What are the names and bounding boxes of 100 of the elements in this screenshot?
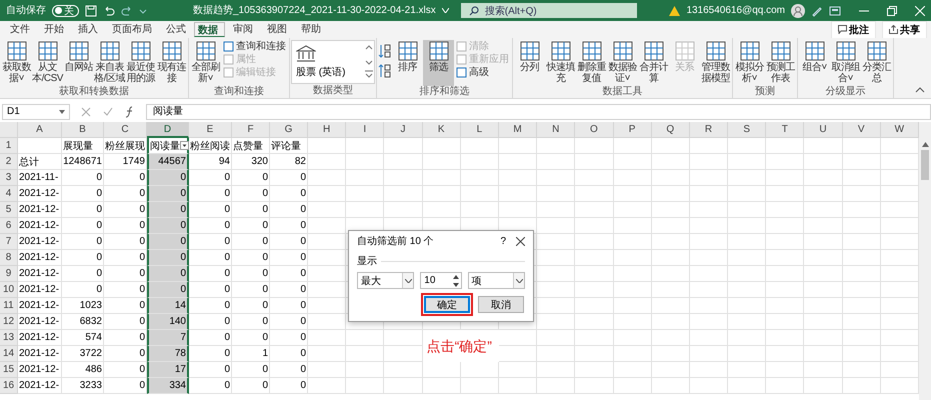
column-header[interactable]: D [147, 122, 189, 138]
row-header[interactable]: 13 [0, 330, 18, 346]
gallery-item[interactable]: 股票 (英语) [292, 41, 364, 83]
avatar-icon[interactable] [791, 4, 805, 18]
menu-tab[interactable]: 插入 [72, 20, 104, 38]
collapse-ribbon-icon[interactable] [915, 86, 925, 94]
ribbon-display-icon[interactable] [829, 6, 841, 16]
menu-tab[interactable]: 数据 [194, 22, 225, 37]
order-dropdown[interactable]: 最大 [357, 272, 414, 289]
row-header[interactable]: 14 [0, 346, 18, 362]
ribbon-button[interactable]: 全部刷新˅ [190, 40, 221, 86]
column-header[interactable]: B [62, 122, 104, 138]
ribbon-button[interactable]: 筛选 [423, 40, 454, 86]
menu-tab[interactable]: 页面布局 [106, 20, 158, 38]
menu-tab[interactable]: 文件 [4, 20, 36, 38]
menu-tab[interactable]: 开始 [38, 20, 70, 38]
ribbon-button[interactable]: 自网站 [63, 40, 94, 86]
column-header[interactable]: W [880, 122, 919, 138]
scroll-up-icon[interactable] [922, 142, 928, 147]
row-header[interactable]: 5 [0, 202, 18, 218]
redo-icon[interactable] [121, 4, 133, 16]
column-header[interactable]: E [189, 122, 232, 138]
cancel-button[interactable]: 取消 [478, 296, 524, 313]
row-header[interactable]: 2 [0, 154, 18, 170]
column-header[interactable]: J [384, 122, 423, 138]
row-header[interactable]: 8 [0, 250, 18, 266]
row-header[interactable]: 16 [0, 378, 18, 394]
ribbon-button[interactable]: 预测工作表 [765, 40, 796, 86]
column-header[interactable]: C [104, 122, 147, 138]
sort-descending-icon[interactable] [378, 63, 392, 79]
column-header[interactable]: G [270, 122, 308, 138]
ribbon-button[interactable]: 最近使用的源 [125, 40, 156, 86]
row-header[interactable]: 9 [0, 266, 18, 282]
row-header[interactable]: 7 [0, 234, 18, 250]
pen-icon[interactable] [811, 4, 823, 16]
ribbon-button[interactable]: 组合˅ [799, 40, 830, 86]
row-header[interactable]: 15 [0, 362, 18, 378]
save-icon[interactable] [85, 4, 97, 16]
column-header[interactable]: H [308, 122, 346, 138]
close-icon[interactable] [516, 236, 525, 246]
search-field[interactable]: 搜索(Alt+Q) [460, 3, 637, 18]
ribbon-button[interactable]: 删除重复值 [576, 40, 607, 86]
ribbon-button[interactable]: 管理数据模型 [700, 40, 731, 86]
column-header[interactable]: N [537, 122, 576, 138]
count-spinner[interactable]: 10 [420, 272, 462, 289]
ribbon-button[interactable]: 分列 [514, 40, 545, 86]
column-header[interactable]: U [804, 122, 843, 138]
ok-button[interactable]: 确定 [424, 296, 470, 313]
ribbon-button[interactable]: 快速填充 [545, 40, 576, 86]
undo-icon[interactable] [103, 4, 115, 16]
unit-dropdown[interactable]: 项 [468, 272, 525, 289]
column-header[interactable]: K [422, 122, 461, 138]
ribbon-button[interactable]: 来自表格/区域 [94, 40, 125, 86]
autosave-toggle[interactable]: 关 [52, 4, 79, 16]
caret-icon[interactable] [442, 8, 449, 13]
spin-arrows-icon[interactable] [452, 274, 460, 288]
customize-caret-icon[interactable] [139, 6, 147, 14]
row-header[interactable]: 4 [0, 186, 18, 202]
ribbon-button[interactable]: 现有连接 [156, 40, 187, 86]
row-header[interactable]: 6 [0, 218, 18, 234]
row-header[interactable]: 11 [0, 298, 18, 314]
formula-input[interactable]: 阅读量 [146, 104, 931, 120]
ribbon-button[interactable]: 数据验证˅ [607, 40, 638, 86]
column-header[interactable]: S [728, 122, 766, 138]
column-header[interactable]: L [460, 122, 499, 138]
column-header[interactable]: F [232, 122, 270, 138]
ribbon-button[interactable]: 从文本/CSV [32, 40, 63, 86]
column-header[interactable]: O [575, 122, 614, 138]
share-button[interactable]: 共享 [882, 20, 927, 38]
sort-ascending-icon[interactable] [378, 43, 392, 59]
menu-tab[interactable]: 视图 [261, 20, 293, 38]
row-header[interactable]: 12 [0, 314, 18, 330]
column-header[interactable]: Q [652, 122, 690, 138]
column-header[interactable]: R [690, 122, 728, 138]
restore-icon[interactable] [887, 6, 897, 16]
menu-tab[interactable]: 审阅 [227, 20, 259, 38]
ribbon-button[interactable]: 查询和连接 [221, 40, 288, 53]
column-header[interactable]: P [614, 122, 652, 138]
ribbon-button[interactable]: 排序 [392, 40, 423, 86]
name-box[interactable]: D1 [2, 104, 70, 120]
check-icon[interactable] [102, 106, 114, 118]
data-type-gallery[interactable]: 股票 (英语) [291, 40, 375, 84]
filter-dropdown-icon[interactable] [180, 141, 189, 150]
row-header[interactable]: 10 [0, 282, 18, 298]
column-header[interactable]: M [498, 122, 538, 138]
ribbon-button[interactable]: 模拟分析˅ [734, 40, 765, 86]
help-button[interactable]: ? [500, 236, 506, 246]
row-header[interactable]: 3 [0, 170, 18, 186]
comments-button[interactable]: 批注 [831, 20, 876, 38]
column-header[interactable]: A [18, 122, 62, 138]
column-header[interactable]: V [842, 122, 881, 138]
ribbon-button[interactable]: 高级 [454, 66, 511, 79]
vertical-scrollbar[interactable] [919, 122, 931, 400]
scroll-thumb[interactable] [921, 150, 929, 180]
ribbon-button[interactable]: 合并计算 [638, 40, 669, 86]
ribbon-button[interactable]: 获取数据˅ [1, 40, 32, 86]
ribbon-button[interactable]: 取消组合˅ [830, 40, 861, 86]
row-header[interactable]: 1 [0, 138, 18, 154]
menu-tab[interactable]: 公式 [160, 20, 192, 38]
ribbon-button[interactable]: 分类汇总 [861, 40, 892, 86]
